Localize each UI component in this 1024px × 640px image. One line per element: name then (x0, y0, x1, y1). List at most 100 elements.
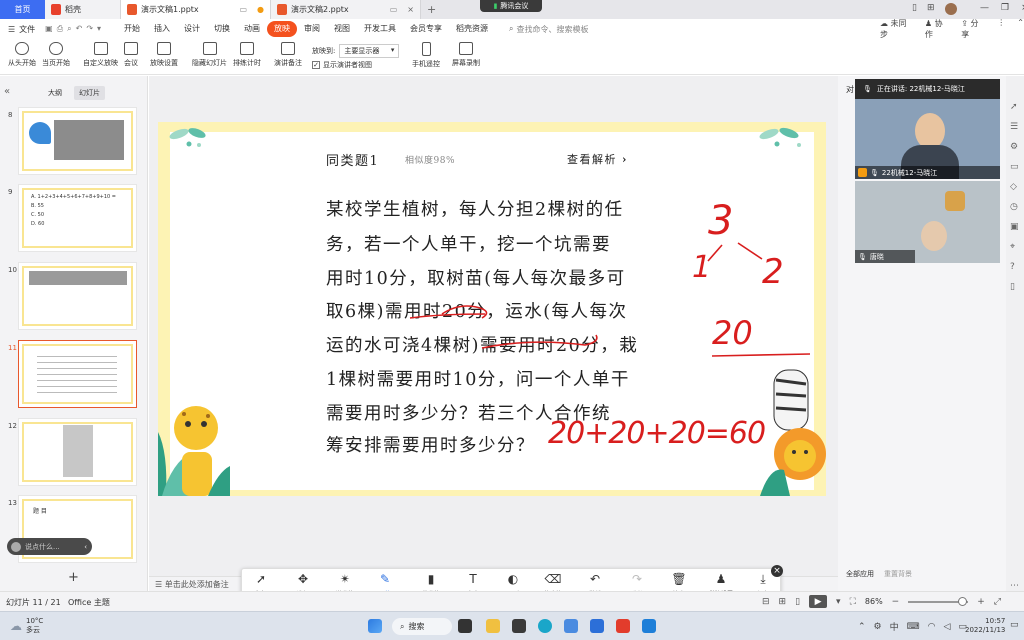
apply-all-button[interactable]: 全部应用 (846, 569, 874, 579)
tab-outline[interactable]: 大纲 (48, 88, 62, 98)
share-button[interactable]: ⇪ 分享 (961, 18, 985, 40)
theme-name[interactable]: Office 主题 (68, 597, 110, 608)
comment-input[interactable]: 说点什么... ‹ (7, 538, 92, 555)
add-slide-button[interactable]: + (68, 570, 79, 585)
weather-widget[interactable]: ☁ 10°C 多云 (10, 617, 43, 635)
reading-view-icon[interactable]: ▯ (795, 597, 800, 607)
menu-tab[interactable]: 动画 (237, 21, 267, 37)
tab-doc2[interactable]: 演示文稿2.pptx ▭ × (271, 0, 421, 19)
zoom-in-icon[interactable]: + (977, 597, 985, 607)
slide-thumbnail-10[interactable] (18, 262, 137, 330)
menu-tab[interactable]: 放映 (267, 21, 298, 37)
image-icon[interactable]: ▣ (1010, 222, 1019, 232)
sliders-icon[interactable]: ☰ (1010, 122, 1019, 132)
tab-daoke[interactable]: 稻壳 (45, 0, 121, 19)
pen-toolbar-close-button[interactable]: × (771, 565, 783, 577)
store-icon[interactable] (512, 619, 526, 633)
screen-icon[interactable]: ▭ (239, 5, 247, 14)
meeting-app-icon[interactable] (642, 619, 656, 633)
panel-icon[interactable]: ▯ (1010, 282, 1019, 292)
tray-icon[interactable]: ⚙ (874, 622, 882, 632)
slideshow-play-button[interactable]: ▶ (809, 595, 828, 608)
chevron-left-icon[interactable]: ‹ (84, 543, 87, 551)
slide-sorter-icon[interactable]: ⊞ (779, 597, 787, 607)
zoom-slider[interactable] (908, 596, 969, 606)
menu-tab[interactable]: 插入 (147, 21, 177, 37)
video-tile-2[interactable]: 🎙 唐晓 (855, 181, 1000, 263)
tab-home[interactable]: 首页 (0, 0, 45, 19)
new-tab-icon[interactable]: + (427, 3, 436, 16)
task-view-icon[interactable] (458, 619, 472, 633)
show-to-select[interactable]: 主要显示器 ▾ (339, 44, 400, 58)
sync-button[interactable]: ☁ 未同步 (880, 18, 913, 40)
shield-icon[interactable] (590, 619, 604, 633)
slide-thumbnail-9[interactable]: A. 1+2+3+4+5+6+7+8+9+10 = B. 55 C. 50 D.… (18, 184, 137, 252)
clock-icon[interactable]: ◷ (1010, 202, 1019, 212)
hamburger-icon[interactable]: ☰ (8, 25, 15, 34)
video-tile-1[interactable]: 🎙 22机械12-马晓江 (855, 99, 1000, 179)
app-icon[interactable] (564, 619, 578, 633)
reset-bg-button[interactable]: 重置背景 (884, 569, 912, 579)
more-icon[interactable]: ⋯ (1010, 581, 1019, 591)
grid-icon[interactable]: ⊞ (927, 3, 935, 15)
from-start-button[interactable]: 从头开始 (8, 42, 36, 68)
minimize-icon[interactable]: — (980, 3, 989, 13)
chevron-up-icon[interactable]: ⌃ (858, 622, 866, 632)
collab-button[interactable]: ♟ 协作 (925, 18, 949, 40)
fit-icon[interactable]: ⛶ (850, 597, 856, 607)
file-explorer-icon[interactable] (486, 619, 500, 633)
menu-tab[interactable]: 稻壳资源 (449, 21, 495, 37)
normal-view-icon[interactable]: ⊟ (762, 597, 770, 607)
custom-show-button[interactable]: 自定义放映 (83, 42, 118, 68)
menu-tab[interactable]: 审阅 (297, 21, 327, 37)
input-language[interactable]: 中 (890, 620, 899, 633)
avatar[interactable] (944, 3, 957, 15)
meeting-bar[interactable]: ▮ 腾讯会议 (480, 0, 542, 12)
speaker-notes-button[interactable]: 演讲备注 (274, 42, 302, 68)
menu-tab[interactable]: 开发工具 (357, 21, 403, 37)
phone-remote-button[interactable]: 手机遥控 (412, 42, 440, 69)
wifi-icon[interactable]: ◠ (928, 622, 936, 632)
volume-icon[interactable]: ◁ (944, 622, 951, 632)
screen-icon[interactable]: ▭ (390, 5, 398, 14)
fit-window-icon[interactable]: ⤢ (994, 597, 1001, 607)
restore-icon[interactable]: ❐ (1001, 3, 1009, 13)
slide-thumbnail-11-selected[interactable] (18, 340, 137, 408)
layout-icon[interactable]: ▯ (912, 3, 917, 15)
collapse-panel-icon[interactable]: « (4, 86, 10, 97)
menu-tab[interactable]: 切换 (207, 21, 237, 37)
collapse-ribbon-icon[interactable]: ⌃ (1017, 18, 1024, 40)
from-current-button[interactable]: 当页开始 (42, 42, 70, 68)
view-analysis-link[interactable]: 查看解析 › (567, 151, 628, 167)
menu-tab[interactable]: 视图 (327, 21, 357, 37)
wps-icon[interactable] (616, 619, 630, 633)
zoom-out-icon[interactable]: − (892, 597, 900, 607)
command-search[interactable]: 查找命令、搜索模板 (517, 24, 589, 35)
menu-tab[interactable]: 开始 (117, 21, 147, 37)
close-tab-icon[interactable]: × (407, 5, 414, 14)
presenter-view-checkbox[interactable]: ✓ 显示演讲者视图 (312, 60, 372, 70)
location-icon[interactable]: ⌖ (1010, 242, 1019, 252)
quick-access-icons[interactable]: ▣⎙⌕↶↷▾ (45, 24, 105, 34)
tab-slides[interactable]: 幻灯片 (74, 86, 105, 100)
taskbar-search[interactable]: ⌕ 搜索 (392, 618, 452, 635)
zoom-slider-thumb[interactable] (958, 596, 968, 606)
shape-icon[interactable]: ◇ (1010, 182, 1019, 192)
clock[interactable]: 10:57 2022/11/13 (965, 617, 1005, 635)
gear-icon[interactable]: ⚙ (1010, 142, 1019, 152)
menu-tab[interactable]: 设计 (177, 21, 207, 37)
slide-thumbnail-8[interactable] (18, 107, 137, 175)
more-icon[interactable]: ⋮ (997, 18, 1005, 40)
edge-icon[interactable] (538, 619, 552, 633)
rehearse-timing-button[interactable]: 排练计时 (233, 42, 261, 68)
windows-start-icon[interactable] (368, 619, 382, 633)
zoom-level[interactable]: 86% (865, 597, 883, 606)
hide-slide-button[interactable]: 隐藏幻灯片 (192, 42, 227, 68)
menu-file[interactable]: 文件 (19, 24, 35, 35)
keyboard-icon[interactable]: ⌨ (907, 622, 920, 632)
chevron-down-icon[interactable]: ▾ (836, 597, 841, 607)
screen-record-button[interactable]: 屏幕录制 (452, 42, 480, 68)
show-settings-button[interactable]: 放映设置 (150, 42, 178, 68)
meeting-button[interactable]: 会议 (124, 42, 138, 68)
help-icon[interactable]: ? (1010, 262, 1019, 272)
